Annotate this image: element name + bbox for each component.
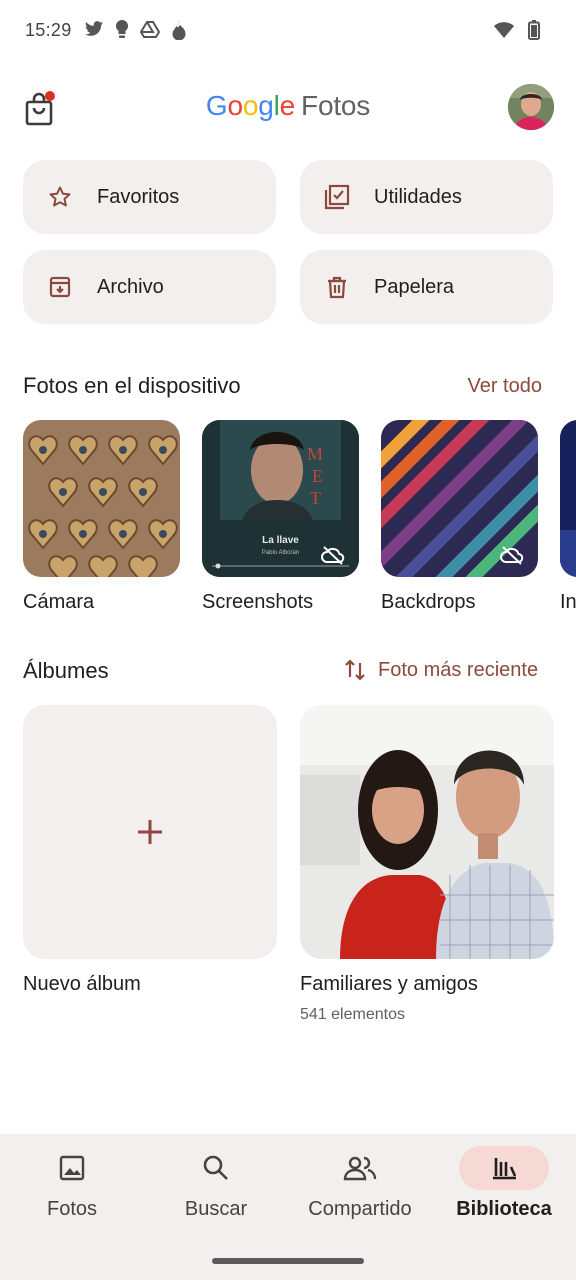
folder-thumbnail: MET La llave Pablo Alborán: [202, 420, 359, 577]
folder-thumbnail: [381, 420, 538, 577]
star-icon: [47, 184, 73, 210]
nav-photos[interactable]: Fotos: [0, 1146, 144, 1236]
folder-partial[interactable]: In: [560, 420, 576, 614]
cloud-off-icon: [321, 546, 345, 565]
album-title: Familiares y amigos: [300, 973, 478, 995]
nav-label: Biblioteca: [456, 1198, 552, 1220]
device-folders-row: Cámara MET La llave Pablo Alborán Screen…: [23, 420, 576, 620]
fire-icon: [172, 20, 186, 40]
sort-arrows-icon: [345, 659, 365, 681]
sort-label: Foto más reciente: [378, 658, 539, 681]
twitter-icon: [85, 21, 103, 36]
folder-thumbnail: [23, 420, 180, 577]
wifi-icon: [494, 22, 514, 38]
archive-label: Archivo: [97, 275, 164, 298]
device-photos-title: Fotos en el dispositivo: [23, 373, 241, 398]
favorites-label: Favoritos: [97, 185, 180, 208]
utilities-icon: [324, 184, 350, 210]
new-album-tile[interactable]: [23, 705, 277, 959]
account-avatar[interactable]: [508, 84, 554, 130]
album-item-count: 541 elementos: [300, 1006, 405, 1023]
battery-icon: [528, 20, 540, 40]
search-icon: [203, 1155, 228, 1180]
home-indicator[interactable]: [212, 1258, 364, 1264]
library-icon: [493, 1158, 517, 1180]
notification-icons: [84, 20, 188, 40]
plus-icon: [138, 820, 162, 844]
archive-button[interactable]: Archivo: [23, 250, 276, 324]
nav-label: Buscar: [184, 1198, 248, 1220]
photo-icon: [59, 1155, 85, 1181]
folder-label: Backdrops: [381, 591, 476, 613]
folder-backdrops[interactable]: Backdrops: [381, 420, 538, 614]
cloud-off-icon: [500, 546, 524, 565]
utilities-label: Utilidades: [374, 185, 462, 208]
nav-label: Fotos: [46, 1198, 98, 1220]
album-title: Nuevo álbum: [23, 973, 141, 995]
archive-icon: [47, 274, 73, 300]
view-all-link[interactable]: Ver todo: [467, 375, 542, 398]
utilities-button[interactable]: Utilidades: [300, 160, 553, 234]
folder-label: Screenshots: [202, 591, 314, 613]
people-icon: [343, 1156, 377, 1181]
new-album-card[interactable]: Nuevo álbum: [23, 705, 277, 996]
folder-label: In: [560, 591, 576, 613]
nav-search[interactable]: Buscar: [144, 1146, 288, 1236]
bulb-icon: [115, 20, 129, 38]
folder-screenshots[interactable]: MET La llave Pablo Alborán Screenshots: [202, 420, 359, 614]
folder-label: Cámara: [23, 591, 95, 613]
nav-label: Compartido: [308, 1198, 412, 1220]
folder-camera[interactable]: Cámara: [23, 420, 180, 614]
status-time: 15:29: [25, 20, 72, 40]
svg-text:T: T: [310, 488, 321, 508]
trash-button[interactable]: Papelera: [300, 250, 553, 324]
nav-pill: [27, 1146, 117, 1190]
system-icons: [494, 20, 540, 40]
nav-pill-active: [459, 1146, 549, 1190]
app-logo: Google Fotos: [205, 90, 371, 121]
nav-shared[interactable]: Compartido: [288, 1146, 432, 1236]
albums-title: Álbumes: [23, 658, 109, 683]
top-app-bar: Google Fotos: [0, 80, 576, 136]
nav-pill: [315, 1146, 405, 1190]
folder-thumbnail: [560, 420, 576, 577]
sort-button[interactable]: Foto más reciente: [344, 658, 538, 682]
trash-icon: [324, 274, 350, 300]
svg-text:E: E: [312, 466, 323, 486]
quick-actions-grid: Favoritos Utilidades Archivo Papelera: [23, 160, 553, 324]
album-card-family[interactable]: Familiares y amigos 541 elementos: [300, 705, 554, 1024]
album-cover: [300, 705, 554, 959]
nav-library[interactable]: Biblioteca: [432, 1146, 576, 1236]
app-name: Fotos: [301, 90, 371, 121]
drive-icon: [140, 21, 160, 38]
svg-text:M: M: [307, 444, 323, 464]
trash-label: Papelera: [374, 275, 455, 298]
status-bar: 15:29: [0, 0, 576, 64]
nav-pill: [171, 1146, 261, 1190]
favorites-button[interactable]: Favoritos: [23, 160, 276, 234]
